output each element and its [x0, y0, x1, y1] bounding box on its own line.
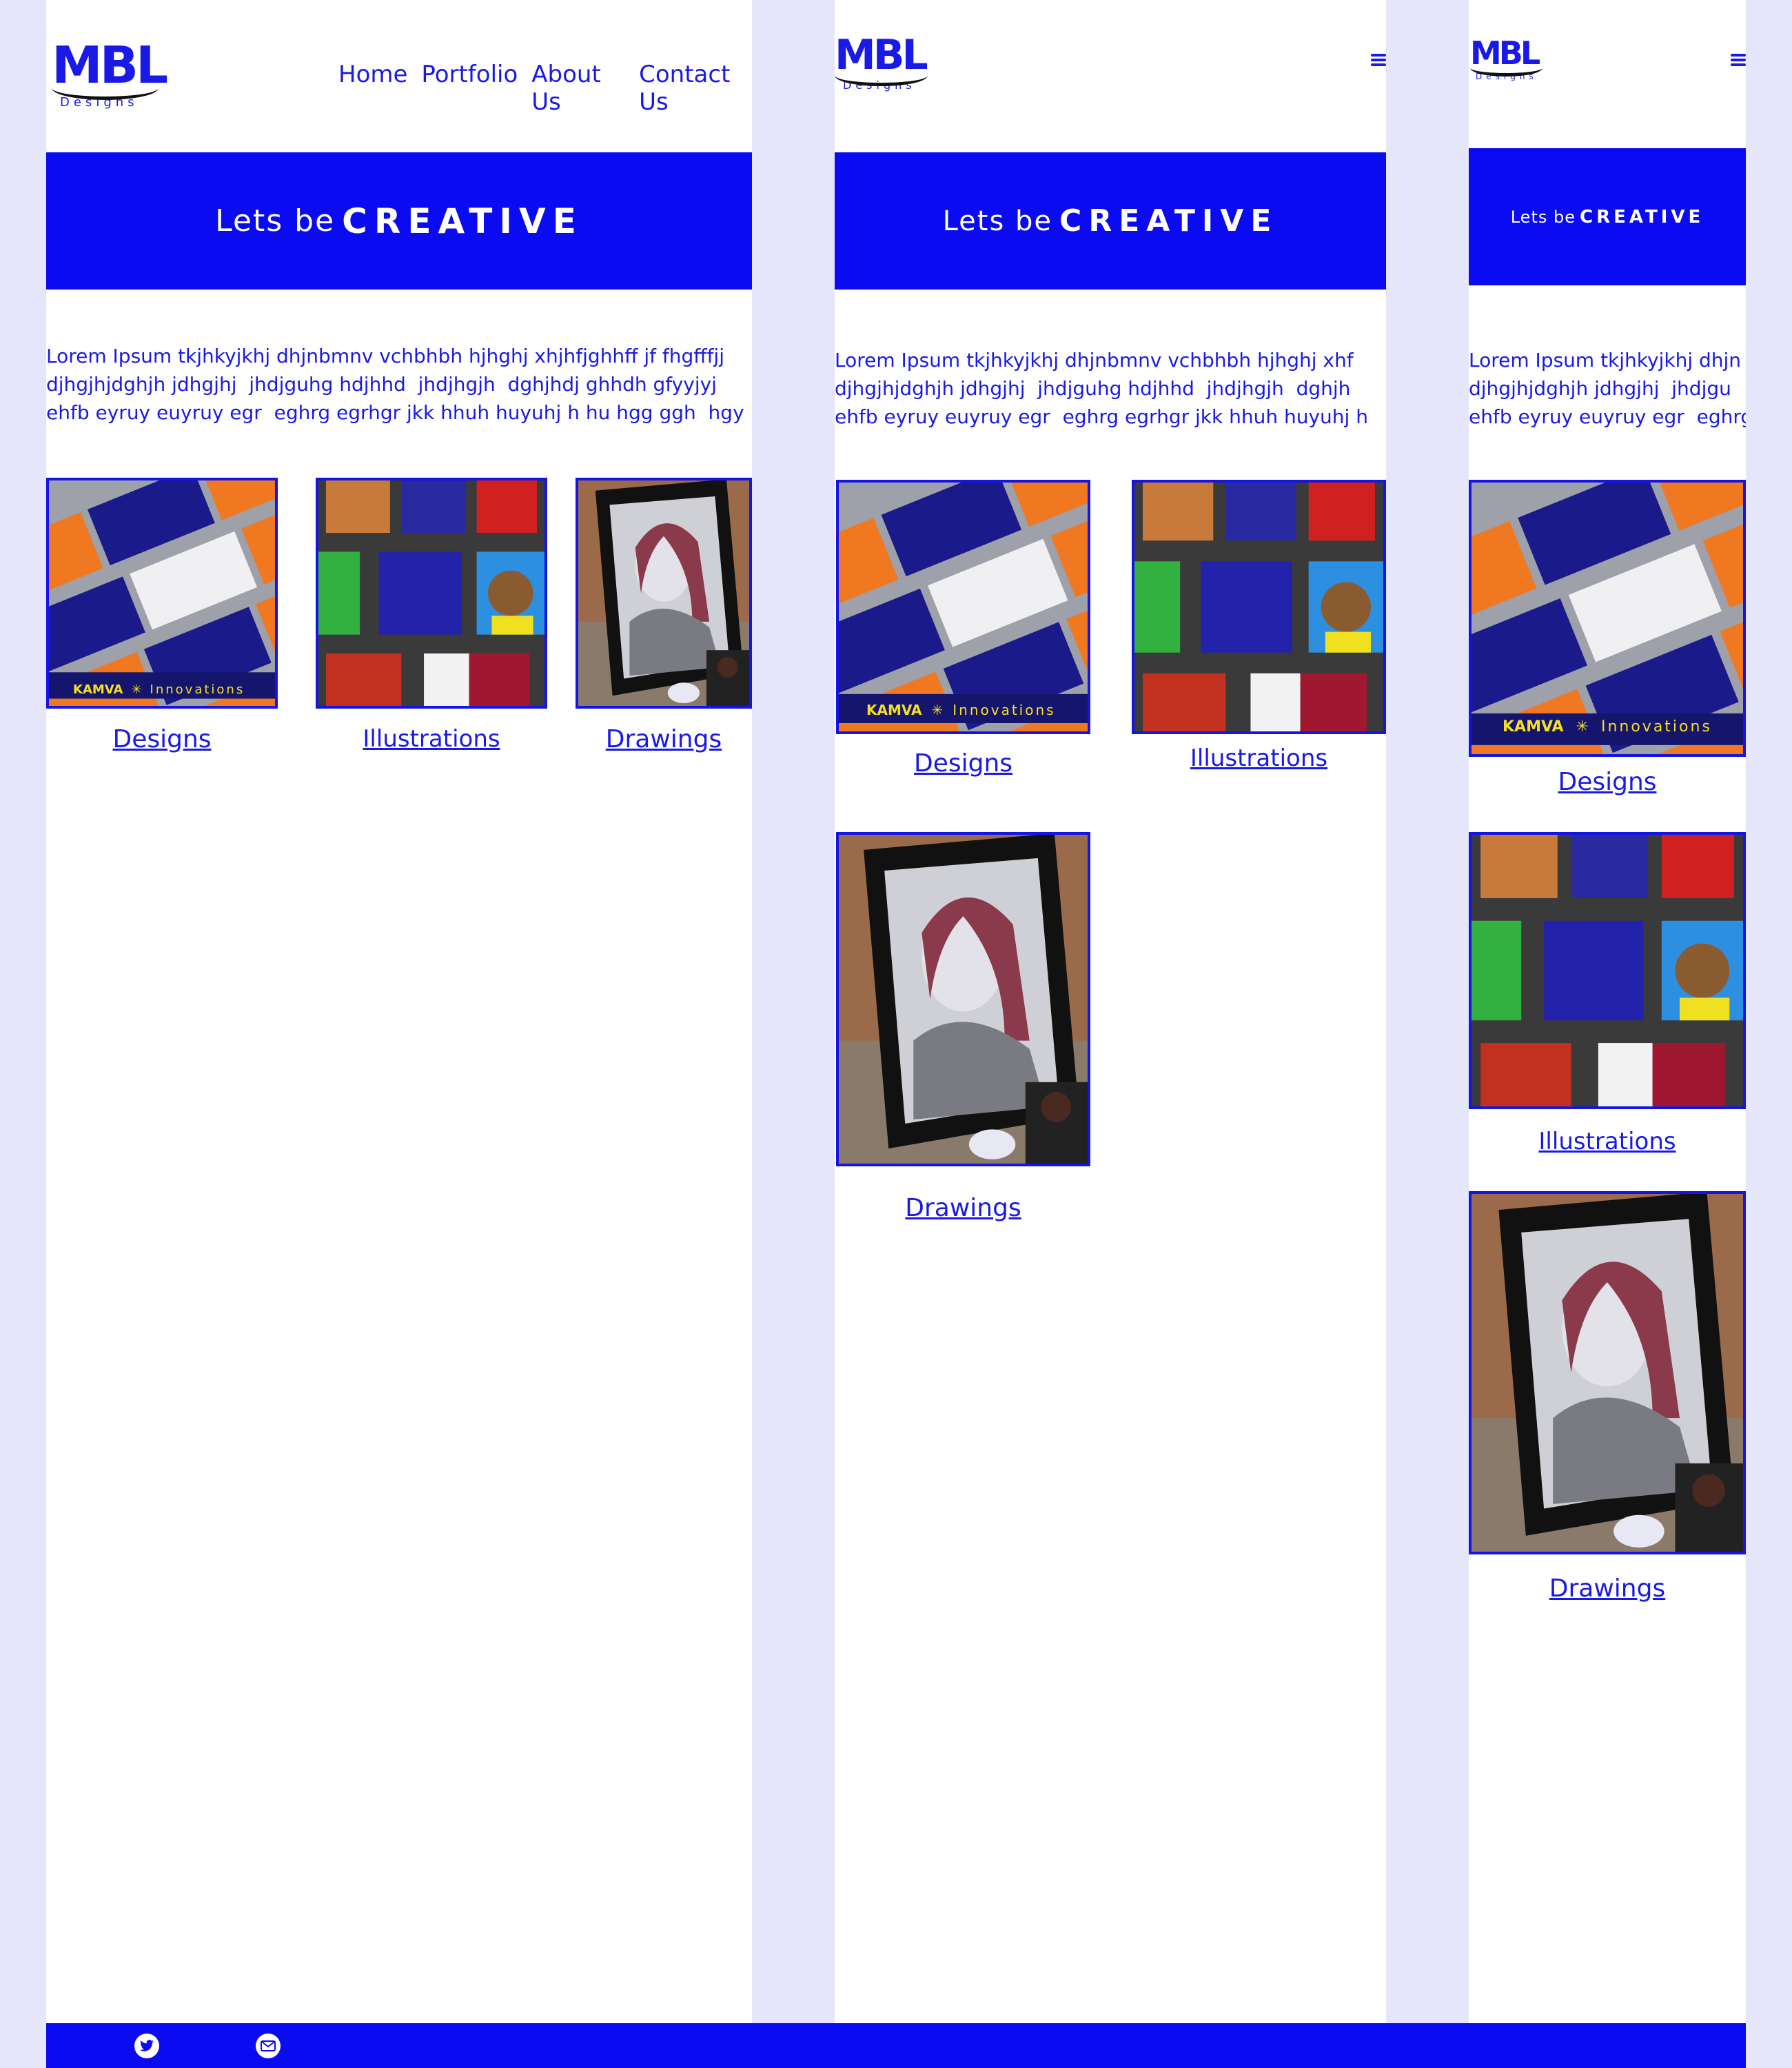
- illustrations-image: [1472, 835, 1743, 1106]
- card-brand: KAMVA: [73, 682, 123, 697]
- hero-lead: Lets be: [942, 205, 1053, 237]
- hero-lead: Lets be: [1510, 207, 1576, 227]
- intro-text: Lorem Ipsum tkjhkyjkhj dhjnbmnv vchbhbh …: [46, 345, 744, 424]
- nav-portfolio[interactable]: Portfolio: [421, 61, 518, 116]
- star-icon: ✳: [1576, 718, 1589, 736]
- intro-text: Lorem Ipsum tkjhkyjkhj dhjnbmnv vchbhbh …: [835, 349, 1368, 428]
- drawings-card[interactable]: [576, 478, 752, 709]
- designs-link[interactable]: Designs: [1469, 768, 1746, 796]
- hero-emphasis: CREATIVE: [1580, 206, 1704, 227]
- illustrations-link[interactable]: Illustrations: [1132, 744, 1386, 772]
- menu-icon[interactable]: [1371, 54, 1386, 66]
- intro-text: Lorem Ipsum tkjhkyjkhj dhjn djhgjhjdghjh…: [1469, 349, 1746, 428]
- drawings-image: [1472, 1194, 1743, 1552]
- card-tagline: Innovations: [150, 682, 245, 697]
- main-nav: Home Portfolio About Us Contact Us: [338, 61, 752, 116]
- card-brand-bar: KAMVA ✳ Innovations: [839, 698, 1088, 722]
- designs-card[interactable]: KAMVA ✳ Innovations: [1469, 480, 1746, 757]
- card-brand-bar: KAMVA ✳ Innovations: [49, 678, 275, 700]
- hero-lead: Lets be: [215, 203, 336, 239]
- illustrations-card[interactable]: [316, 478, 547, 709]
- hero-banner: Lets be CREATIVE: [835, 152, 1386, 290]
- illustrations-image: [318, 480, 544, 706]
- illustrations-link[interactable]: Illustrations: [1469, 1128, 1746, 1155]
- hero-banner: Lets be CREATIVE: [46, 152, 752, 290]
- drawings-card[interactable]: [1469, 1191, 1746, 1554]
- card-brand-bar: KAMVA ✳ Innovations: [1472, 714, 1743, 739]
- drawings-link[interactable]: Drawings: [576, 725, 752, 753]
- designs-card[interactable]: KAMVA ✳ Innovations: [46, 478, 278, 709]
- nav-contact[interactable]: Contact Us: [639, 61, 752, 116]
- hero-banner: Lets be CREATIVE: [1469, 148, 1746, 285]
- footer: [46, 2023, 1746, 2068]
- star-icon: ✳: [931, 702, 944, 718]
- logo-swoosh: [835, 65, 928, 86]
- card-brand: KAMVA: [1503, 718, 1564, 736]
- nav-home[interactable]: Home: [338, 61, 407, 116]
- logo-swoosh: [1470, 59, 1542, 77]
- logo[interactable]: MBL Designs: [1470, 37, 1546, 85]
- twitter-glyph: [140, 2040, 154, 2051]
- logo[interactable]: MBL Designs: [52, 40, 168, 109]
- drawings-link[interactable]: Drawings: [836, 1194, 1090, 1222]
- card-brand: KAMVA: [866, 702, 922, 718]
- card-tagline: Innovations: [1600, 718, 1712, 736]
- logo-swoosh: [52, 76, 159, 100]
- drawings-image: [578, 480, 749, 706]
- designs-image: [49, 480, 275, 706]
- email-icon[interactable]: [256, 2034, 281, 2058]
- mobile-view: MBL Designs Lets be CREATIVE Lorem Ipsum…: [1469, 0, 1746, 2023]
- illustrations-card[interactable]: [1132, 480, 1386, 734]
- star-icon: ✳: [131, 682, 142, 697]
- designs-link[interactable]: Designs: [836, 749, 1090, 778]
- nav-about[interactable]: About Us: [531, 61, 625, 116]
- designs-card[interactable]: KAMVA ✳ Innovations: [836, 480, 1090, 734]
- illustrations-link[interactable]: Illustrations: [316, 725, 547, 753]
- designs-image: [839, 483, 1088, 731]
- designs-link[interactable]: Designs: [46, 725, 278, 753]
- illustrations-image: [1134, 483, 1383, 731]
- hero-emphasis: CREATIVE: [1059, 203, 1279, 239]
- drawings-image: [839, 835, 1088, 1164]
- card-tagline: Innovations: [953, 702, 1056, 718]
- desktop-view: MBL Designs Home Portfolio About Us Cont…: [46, 0, 752, 2023]
- tablet-view: MBL Designs Lets be CREATIVE Lorem Ipsum…: [835, 0, 1386, 2023]
- drawings-card[interactable]: [836, 832, 1090, 1166]
- designs-image: [1472, 483, 1743, 754]
- illustrations-card[interactable]: [1469, 832, 1746, 1109]
- menu-icon[interactable]: [1731, 54, 1746, 66]
- hero-emphasis: CREATIVE: [342, 201, 583, 241]
- email-glyph: [261, 2040, 276, 2051]
- logo[interactable]: MBL Designs: [835, 34, 931, 97]
- twitter-icon[interactable]: [134, 2034, 159, 2058]
- drawings-link[interactable]: Drawings: [1469, 1574, 1746, 1603]
